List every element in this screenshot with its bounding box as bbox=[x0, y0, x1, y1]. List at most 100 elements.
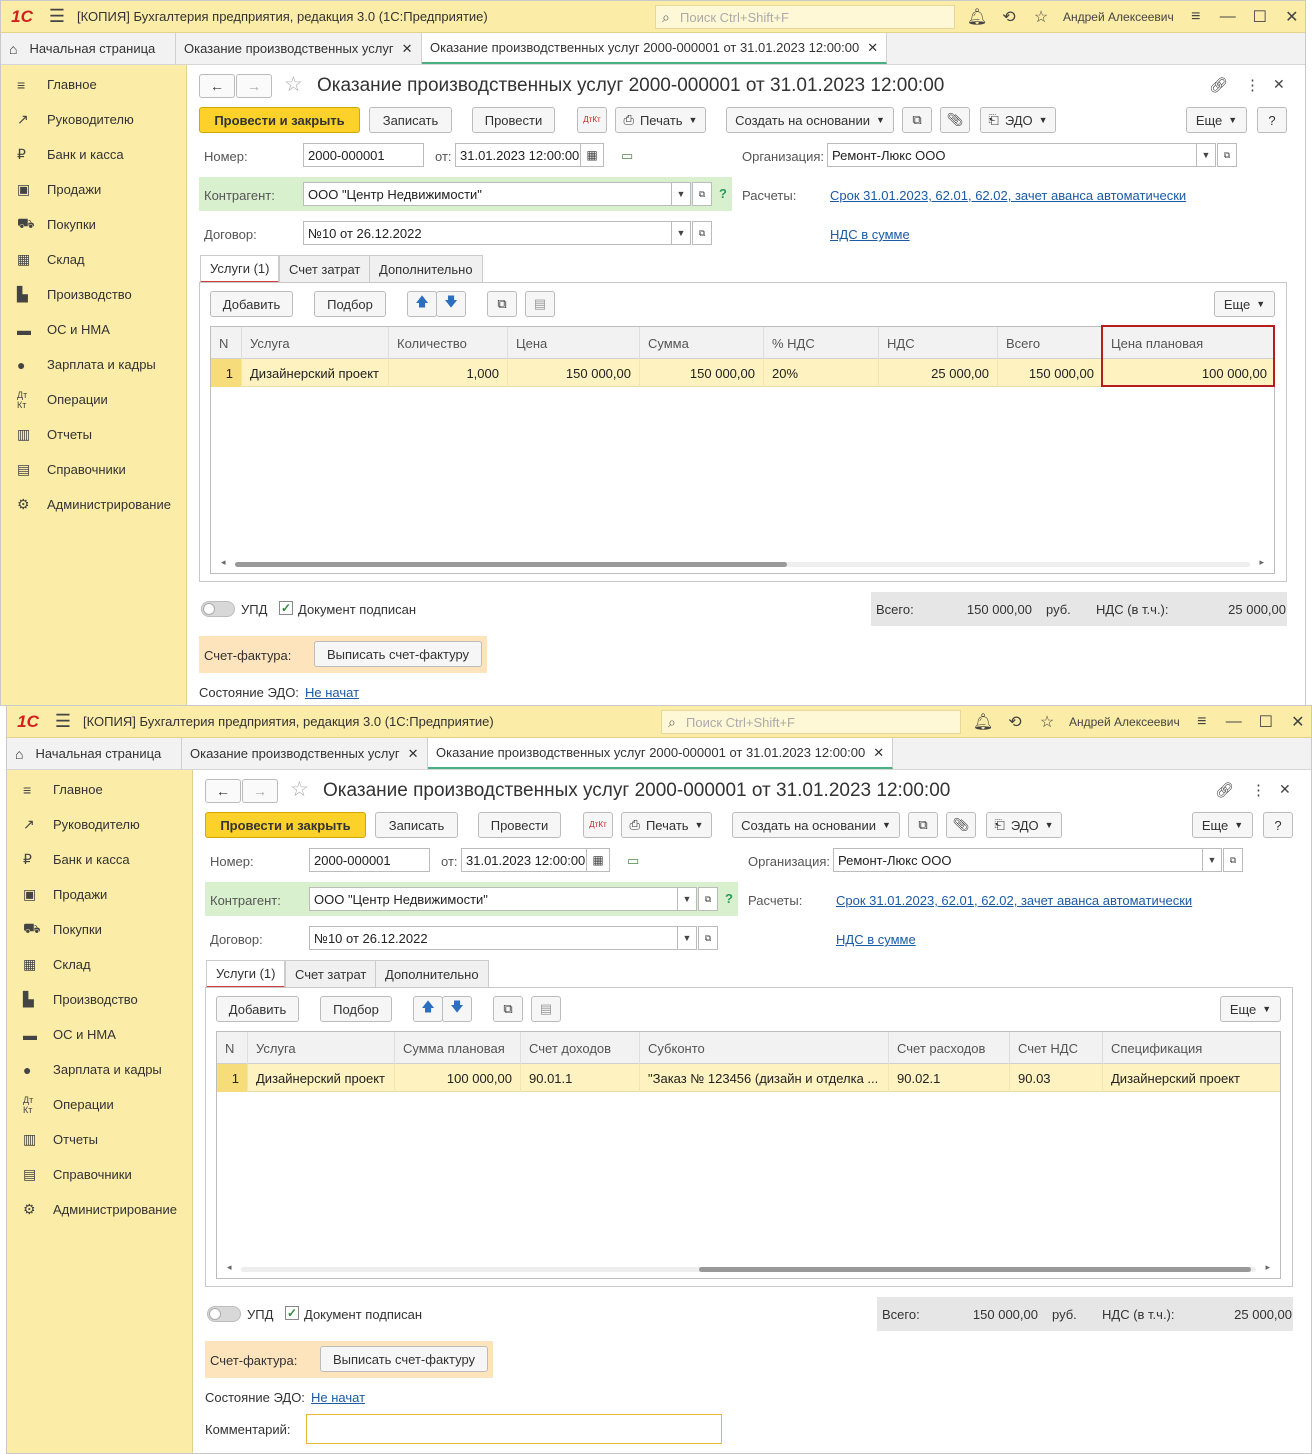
col-specification[interactable]: Спецификация bbox=[1103, 1032, 1280, 1064]
post-and-close-button[interactable]: Провести и закрыть bbox=[205, 812, 366, 838]
main-menu-icon[interactable]: ☰ bbox=[43, 6, 71, 27]
table-row[interactable]: 1 Дизайнерский проект 1,000 150 000,00 1… bbox=[211, 359, 1274, 387]
horizontal-scrollbar[interactable]: ◂ ▸ bbox=[227, 1262, 1270, 1274]
tab-additional[interactable]: Дополнительно bbox=[369, 255, 483, 283]
col-service[interactable]: Услуга bbox=[248, 1032, 395, 1064]
col-n[interactable]: N bbox=[217, 1032, 248, 1064]
col-vat[interactable]: НДС bbox=[879, 327, 998, 359]
cell-service[interactable]: Дизайнерский проект bbox=[248, 1064, 395, 1092]
scroll-thumb[interactable] bbox=[235, 562, 787, 567]
vat-link[interactable]: НДС в сумме bbox=[830, 227, 910, 242]
minimize-icon[interactable]: — bbox=[1218, 713, 1250, 731]
sidebar-item-manager[interactable]: ↗ Руководителю bbox=[7, 807, 192, 842]
sidebar-item-sales[interactable]: ▣ Продажи bbox=[1, 172, 186, 207]
edo-state-link[interactable]: Не начат bbox=[311, 1390, 365, 1405]
close-tab-icon[interactable]: ✕ bbox=[867, 40, 878, 56]
sidebar-item-main[interactable]: ≡ Главное bbox=[7, 772, 192, 807]
sidebar-item-admin[interactable]: ⚙ Администрирование bbox=[7, 1192, 192, 1227]
save-button[interactable]: Записать bbox=[375, 812, 458, 838]
create-based-button[interactable]: Создать на основании ▼ bbox=[732, 812, 900, 838]
favorite-star-icon[interactable]: ☆ bbox=[290, 777, 309, 802]
bell-icon[interactable]: 🔔︎ bbox=[961, 7, 993, 27]
upd-toggle[interactable] bbox=[201, 601, 235, 617]
scroll-right-icon[interactable]: ▸ bbox=[1259, 557, 1264, 568]
sidebar-item-warehouse[interactable]: ▦ Склад bbox=[1, 242, 186, 277]
pick-button[interactable]: Подбор bbox=[320, 996, 392, 1022]
paste-row-button[interactable]: ▤ bbox=[525, 291, 555, 317]
forward-button[interactable]: → bbox=[242, 779, 278, 803]
upd-toggle[interactable] bbox=[207, 1306, 241, 1322]
org-open-icon[interactable]: ⧉ bbox=[1217, 143, 1237, 167]
scroll-left-icon[interactable]: ◂ bbox=[221, 557, 226, 568]
contractor-open-icon[interactable]: ⧉ bbox=[692, 182, 712, 206]
favorite-star-icon[interactable]: ☆ bbox=[284, 72, 303, 97]
sidebar-item-purchases[interactable]: ⛟ Покупки bbox=[7, 912, 192, 947]
attach-button[interactable]: 📎︎ bbox=[946, 812, 976, 838]
col-income-account[interactable]: Счет доходов bbox=[521, 1032, 640, 1064]
back-button[interactable]: ← bbox=[199, 74, 235, 98]
contract-field[interactable]: №10 от 26.12.2022 bbox=[303, 221, 672, 245]
dtkt-button[interactable]: ДтКт bbox=[583, 812, 613, 838]
contractor-help-icon[interactable]: ? bbox=[725, 891, 733, 906]
date-field[interactable]: 31.01.2023 12:00:00 bbox=[455, 143, 581, 167]
scroll-left-icon[interactable]: ◂ bbox=[227, 1262, 232, 1273]
global-search[interactable]: ⌕ Поиск Ctrl+Shift+F bbox=[655, 5, 955, 29]
cell-n[interactable]: 1 bbox=[217, 1064, 248, 1092]
issue-invoice-button[interactable]: Выписать счет-фактуру bbox=[320, 1346, 488, 1372]
tab-document[interactable]: Оказание производственных услуг 2000-000… bbox=[422, 33, 888, 64]
sidebar-item-assets[interactable]: ▬ ОС и НМА bbox=[7, 1017, 192, 1052]
user-name[interactable]: Андрей Алексеевич bbox=[1057, 10, 1180, 24]
col-total[interactable]: Всего bbox=[998, 327, 1103, 359]
sidebar-item-reports[interactable]: ▥ Отчеты bbox=[1, 417, 186, 452]
org-dropdown-icon[interactable]: ▼ bbox=[1202, 848, 1222, 872]
sidebar-item-operations[interactable]: Дт Кт Операции bbox=[1, 382, 186, 417]
cell-subconto[interactable]: "Заказ № 123456 (дизайн и отделка ... bbox=[640, 1064, 889, 1092]
cell-income-account[interactable]: 90.01.1 bbox=[521, 1064, 640, 1092]
minimize-icon[interactable]: — bbox=[1212, 8, 1244, 26]
sidebar-item-reports[interactable]: ▥ Отчеты bbox=[7, 1122, 192, 1157]
contractor-field[interactable]: ООО "Центр Недвижимости" bbox=[309, 887, 678, 911]
star-icon[interactable]: ☆ bbox=[1025, 7, 1057, 27]
sidebar-item-catalogs[interactable]: ▤ Справочники bbox=[1, 452, 186, 487]
add-row-button[interactable]: Добавить bbox=[210, 291, 293, 317]
col-planned-sum[interactable]: Сумма плановая bbox=[395, 1032, 521, 1064]
cell-price[interactable]: 150 000,00 bbox=[508, 359, 640, 387]
signed-checkbox[interactable]: ✓ bbox=[279, 601, 293, 615]
link-icon[interactable]: 🔗︎ bbox=[1209, 76, 1228, 94]
org-open-icon[interactable]: ⧉ bbox=[1223, 848, 1243, 872]
sidebar-item-sales[interactable]: ▣ Продажи bbox=[7, 877, 192, 912]
more-vertical-icon[interactable]: ⋮ bbox=[1245, 76, 1260, 94]
tab-home[interactable]: ⌂ Начальная страница bbox=[7, 738, 182, 769]
sidebar-item-production[interactable]: ▙ Производство bbox=[7, 982, 192, 1017]
structure-button[interactable]: ⧉ bbox=[908, 812, 938, 838]
contractor-dropdown-icon[interactable]: ▼ bbox=[677, 887, 697, 911]
scroll-thumb[interactable] bbox=[699, 1267, 1251, 1272]
move-up-button[interactable]: 🡅 bbox=[407, 291, 437, 317]
contract-dropdown-icon[interactable]: ▼ bbox=[671, 221, 691, 245]
settings-menu-icon[interactable]: ≡ bbox=[1180, 8, 1212, 26]
sidebar-item-main[interactable]: ≡ Главное bbox=[1, 67, 186, 102]
calendar-icon[interactable]: ▦ bbox=[586, 848, 610, 872]
star-icon[interactable]: ☆ bbox=[1031, 712, 1063, 732]
tab-additional[interactable]: Дополнительно bbox=[375, 960, 489, 988]
contractor-field[interactable]: ООО "Центр Недвижимости" bbox=[303, 182, 672, 206]
history-icon[interactable]: ⟲ bbox=[999, 712, 1031, 732]
comment-field[interactable] bbox=[306, 1414, 722, 1444]
date-field[interactable]: 31.01.2023 12:00:00 bbox=[461, 848, 587, 872]
cell-sum[interactable]: 150 000,00 bbox=[640, 359, 764, 387]
pick-button[interactable]: Подбор bbox=[314, 291, 386, 317]
maximize-icon[interactable]: ☐ bbox=[1250, 712, 1282, 732]
table-more-button[interactable]: Еще ▼ bbox=[1220, 996, 1281, 1022]
tab-document[interactable]: Оказание производственных услуг 2000-000… bbox=[428, 738, 894, 769]
horizontal-scrollbar[interactable]: ◂ ▸ bbox=[221, 557, 1264, 569]
sidebar-item-salary[interactable]: ● Зарплата и кадры bbox=[1, 347, 186, 382]
dtkt-button[interactable]: ДтКт bbox=[577, 107, 607, 133]
cell-service[interactable]: Дизайнерский проект bbox=[242, 359, 389, 387]
issue-invoice-button[interactable]: Выписать счет-фактуру bbox=[314, 641, 482, 667]
settlements-link[interactable]: Срок 31.01.2023, 62.01, 62.02, зачет ава… bbox=[830, 188, 1186, 203]
tab-services[interactable]: Услуги (1) bbox=[200, 255, 280, 283]
col-sum[interactable]: Сумма bbox=[640, 327, 764, 359]
post-and-close-button[interactable]: Провести и закрыть bbox=[199, 107, 360, 133]
cell-planned-sum[interactable]: 100 000,00 bbox=[395, 1064, 521, 1092]
more-vertical-icon[interactable]: ⋮ bbox=[1251, 781, 1266, 799]
